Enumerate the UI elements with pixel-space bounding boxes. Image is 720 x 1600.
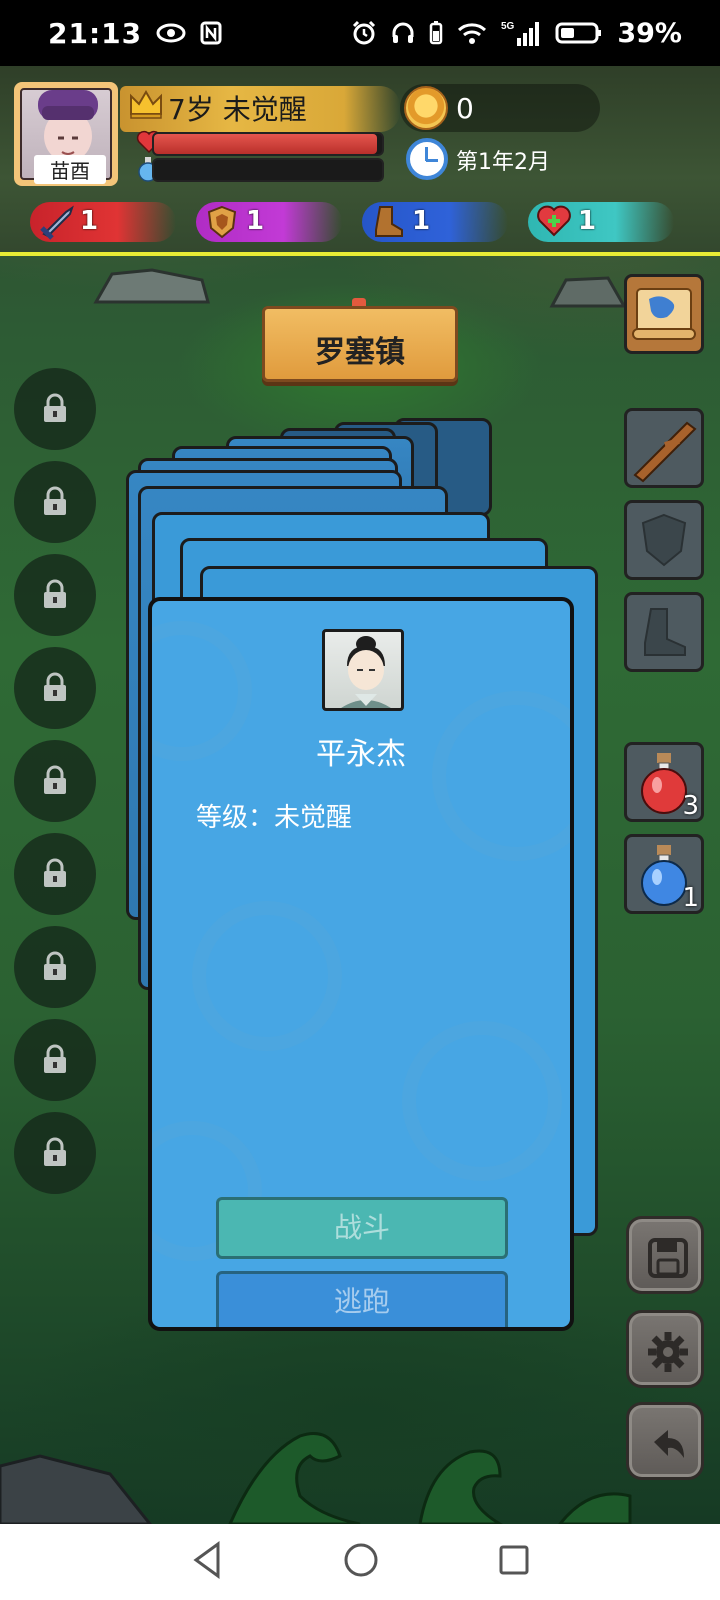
red-potion-slot[interactable]: 3 bbox=[624, 742, 704, 822]
rock-decoration-icon bbox=[549, 276, 627, 308]
hp-bar bbox=[152, 132, 384, 156]
crown-icon bbox=[130, 90, 162, 119]
map-scroll-icon bbox=[632, 288, 696, 340]
heart-plus-icon bbox=[537, 205, 571, 237]
stat-speed-value: 1 bbox=[412, 206, 431, 236]
blue-potion-slot[interactable]: 1 bbox=[624, 834, 704, 914]
blue-potion-count: 1 bbox=[682, 883, 699, 913]
player-name: 苗酉 bbox=[34, 155, 106, 184]
player-avatar[interactable]: 苗酉 bbox=[14, 82, 118, 186]
location-sign: 罗塞镇 bbox=[262, 306, 458, 382]
lock-icon bbox=[44, 951, 66, 980]
lock-icon bbox=[44, 1137, 66, 1166]
age-status: 7岁 未觉醒 bbox=[168, 93, 307, 126]
locked-slot[interactable] bbox=[14, 833, 96, 915]
locked-slot[interactable] bbox=[14, 1112, 96, 1194]
encounter-card: 平永杰 等级：未觉醒 战斗 逃跑 bbox=[148, 597, 574, 1331]
eye-icon bbox=[156, 23, 186, 43]
lock-icon bbox=[44, 579, 66, 608]
hud-divider bbox=[0, 252, 720, 256]
card-pattern bbox=[432, 691, 570, 861]
stat-speed: 1 bbox=[362, 202, 508, 242]
wifi-icon bbox=[458, 23, 487, 44]
npc-face-icon bbox=[341, 636, 391, 708]
npc-portrait bbox=[322, 629, 404, 711]
foliage-decoration-icon bbox=[0, 1432, 632, 1524]
gold-amount: 0 bbox=[456, 92, 474, 125]
lock-icon bbox=[44, 672, 66, 701]
lock-icon bbox=[44, 858, 66, 887]
nav-home-icon[interactable] bbox=[342, 1540, 380, 1580]
locked-slot[interactable] bbox=[14, 1019, 96, 1101]
device-battery-icon bbox=[430, 21, 443, 45]
npc-level: 等级：未觉醒 bbox=[196, 803, 353, 833]
battery-icon bbox=[555, 22, 602, 44]
floppy-save-icon bbox=[648, 1238, 688, 1278]
game-screen: 苗酉 7岁 未觉醒 0 第1年2月 1 1 1 1 罗塞镇 3 1 平永杰 等级… bbox=[0, 66, 720, 1524]
boot-icon bbox=[644, 608, 686, 656]
save-button[interactable] bbox=[626, 1216, 704, 1294]
svg-text:5G: 5G bbox=[501, 21, 515, 32]
shield-icon bbox=[641, 513, 687, 567]
cellular-signal-icon: 5G bbox=[501, 21, 540, 46]
flee-button[interactable]: 逃跑 bbox=[216, 1271, 508, 1327]
stick-icon bbox=[633, 421, 697, 483]
game-date: 第1年2月 bbox=[456, 150, 550, 175]
stat-attack: 1 bbox=[30, 202, 176, 242]
red-potion-count: 3 bbox=[682, 791, 699, 821]
armor-slot[interactable] bbox=[624, 500, 704, 580]
map-button[interactable] bbox=[624, 274, 704, 354]
clock-icon bbox=[406, 138, 448, 180]
lock-icon bbox=[44, 765, 66, 794]
stat-attack-value: 1 bbox=[80, 206, 99, 236]
shield-icon bbox=[207, 205, 237, 239]
locked-slot[interactable] bbox=[14, 368, 96, 450]
boots-slot[interactable] bbox=[624, 592, 704, 672]
stat-health: 1 bbox=[528, 202, 674, 242]
stat-health-value: 1 bbox=[578, 206, 597, 236]
locked-slot[interactable] bbox=[14, 461, 96, 543]
nav-recents-icon[interactable] bbox=[496, 1540, 532, 1580]
stat-defense-value: 1 bbox=[246, 206, 265, 236]
alarm-icon bbox=[353, 20, 376, 45]
locked-slot[interactable] bbox=[14, 926, 96, 1008]
nav-back-icon[interactable] bbox=[190, 1540, 224, 1580]
nfc-icon bbox=[200, 21, 222, 45]
lock-icon bbox=[44, 393, 66, 422]
battery-percent: 39% bbox=[617, 17, 682, 49]
boot-icon bbox=[375, 206, 403, 237]
system-nav-bar bbox=[0, 1524, 720, 1600]
locked-slot[interactable] bbox=[14, 740, 96, 822]
gear-icon bbox=[648, 1332, 688, 1372]
mp-bar bbox=[152, 158, 384, 182]
locked-slot[interactable] bbox=[14, 647, 96, 729]
locked-slot[interactable] bbox=[14, 554, 96, 636]
card-pattern bbox=[402, 1021, 562, 1181]
headphones-icon bbox=[392, 22, 414, 43]
weapon-slot[interactable] bbox=[624, 408, 704, 488]
system-status-bar: 21:13 5G 39% bbox=[0, 0, 720, 66]
stat-defense: 1 bbox=[196, 202, 342, 242]
rock-decoration-icon bbox=[93, 268, 210, 304]
location-name: 罗塞镇 bbox=[315, 335, 405, 370]
status-time: 21:13 bbox=[48, 16, 143, 50]
lock-icon bbox=[44, 1044, 66, 1073]
settings-button[interactable] bbox=[626, 1310, 704, 1388]
lock-icon bbox=[44, 486, 66, 515]
card-pattern bbox=[192, 901, 342, 1051]
gold-coin-icon bbox=[404, 86, 448, 130]
sword-icon bbox=[40, 205, 74, 240]
npc-name: 平永杰 bbox=[316, 737, 406, 772]
fight-button[interactable]: 战斗 bbox=[216, 1197, 508, 1259]
